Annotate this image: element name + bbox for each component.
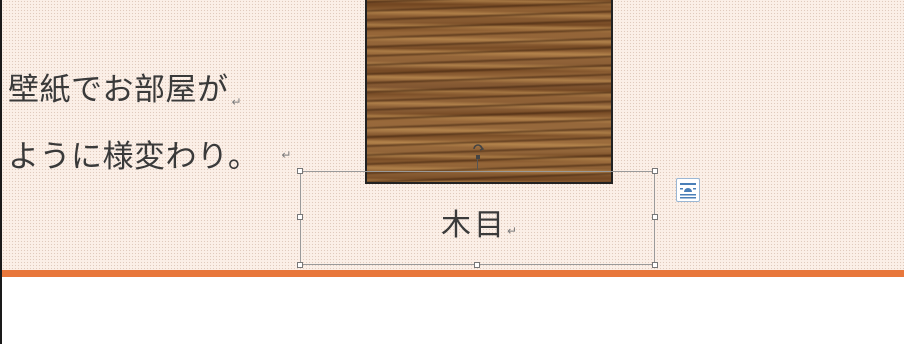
caption-label: 木目↵ xyxy=(441,200,517,244)
body-text-line-2[interactable]: ように様変わり。 ↵ xyxy=(8,131,292,176)
document-canvas[interactable]: 壁紙でお部屋が ↵ ように様変わり。 ↵ 木目↵ xyxy=(0,0,904,344)
orange-divider-rule xyxy=(2,270,904,277)
selection-handle-middle-left[interactable] xyxy=(297,214,303,220)
layout-options-icon xyxy=(680,183,696,199)
page-left-border xyxy=(0,0,2,344)
paragraph-mark: ↵ xyxy=(231,95,243,109)
layout-options-button[interactable] xyxy=(676,178,700,202)
wood-grain-image[interactable] xyxy=(365,0,613,184)
body-text-line-2-text: ように様変わり。 xyxy=(8,139,260,175)
rotate-handle-icon[interactable] xyxy=(470,141,486,159)
selection-handle-bottom-right[interactable] xyxy=(652,262,658,268)
body-text-line-1-text: 壁紙でお部屋が xyxy=(8,72,229,108)
caption-label-text: 木目 xyxy=(441,208,507,243)
paragraph-mark: ↵ xyxy=(281,148,292,162)
selection-handle-bottom-center[interactable] xyxy=(474,262,480,268)
selection-handle-middle-right[interactable] xyxy=(652,214,658,220)
selection-handle-bottom-left[interactable] xyxy=(297,262,303,268)
selection-handle-top-right[interactable] xyxy=(652,168,658,174)
rotate-handle-stem xyxy=(477,159,478,170)
selection-handle-top-left[interactable] xyxy=(297,168,303,174)
paragraph-mark: ↵ xyxy=(507,224,518,238)
body-text-line-1[interactable]: 壁紙でお部屋が ↵ xyxy=(8,64,242,109)
